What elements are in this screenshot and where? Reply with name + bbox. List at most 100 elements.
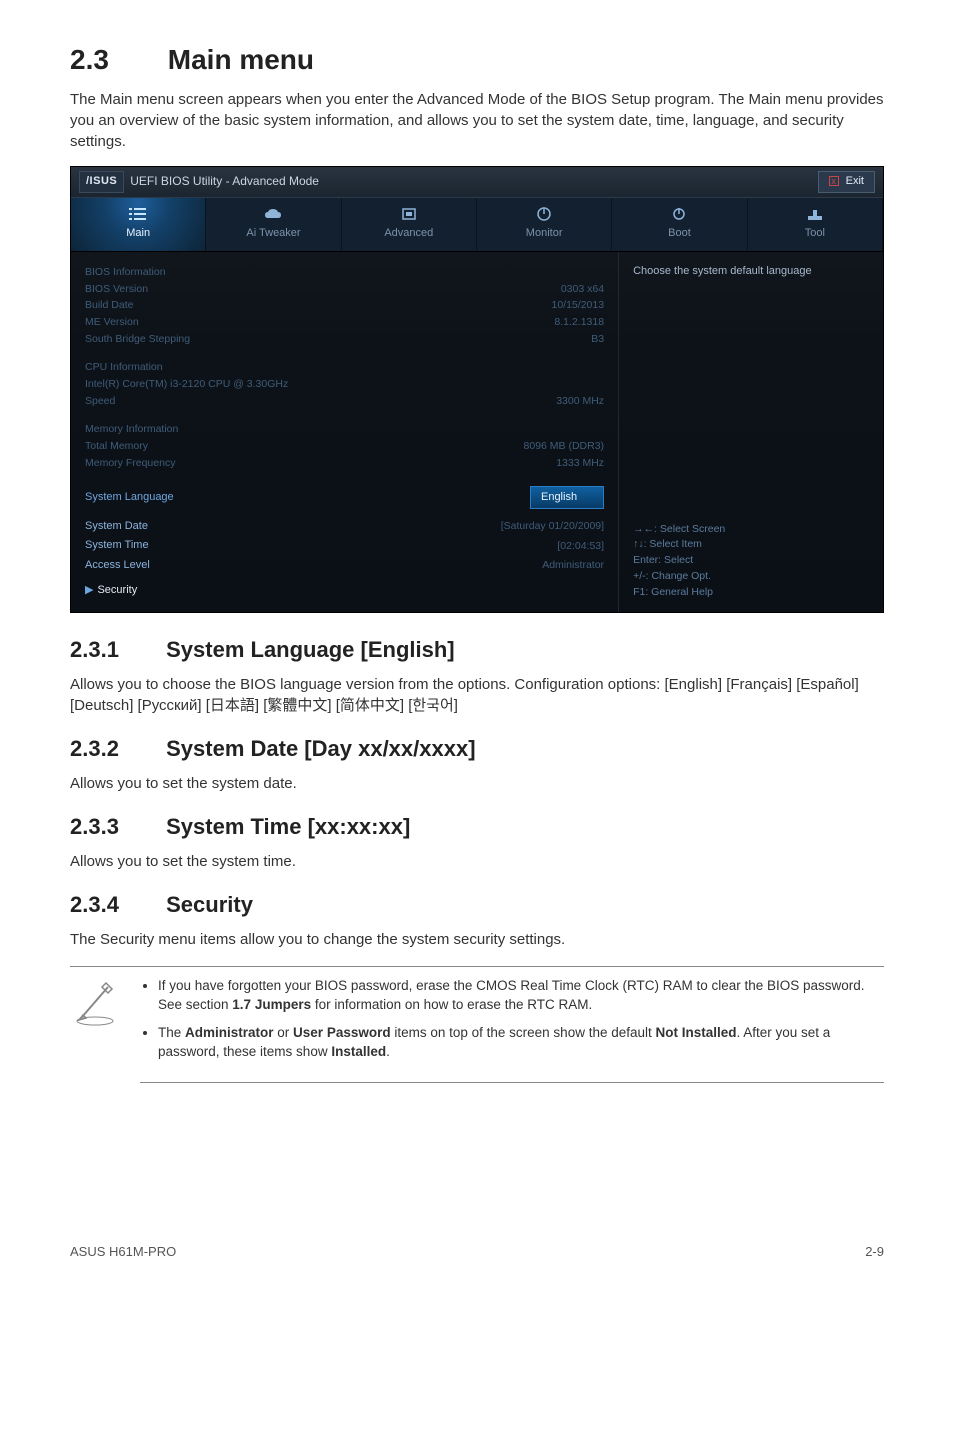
note-list: If you have forgotten your BIOS password… <box>140 977 884 1084</box>
exit-button[interactable]: x Exit <box>818 171 875 192</box>
access-level-value: Administrator <box>542 558 604 573</box>
subsection-234-title: Security <box>166 892 253 917</box>
monitor-icon <box>534 206 554 222</box>
system-time-value: [02:04:53] <box>557 539 604 554</box>
access-level-label: Access Level <box>85 558 150 573</box>
section-title-text: Main menu <box>168 44 314 75</box>
bios-title-text: UEFI BIOS Utility - Advanced Mode <box>130 173 319 190</box>
key-help-block: →←: Select Screen ↑↓: Select Item Enter:… <box>633 522 869 601</box>
total-memory-value: 8096 MB (DDR3) <box>524 439 605 454</box>
cpu-speed-value: 3300 MHz <box>556 394 604 409</box>
cloud-icon <box>263 206 283 222</box>
subsection-232-title: System Date [Day xx/xx/xxxx] <box>166 736 475 761</box>
memory-freq-label: Memory Frequency <box>85 456 175 471</box>
south-bridge-label: South Bridge Stepping <box>85 332 190 347</box>
memory-info-header: Memory Information <box>85 422 178 437</box>
tab-monitor[interactable]: Monitor <box>477 198 612 251</box>
cpu-information-block: CPU Information Intel(R) Core(TM) i3-212… <box>85 359 604 409</box>
system-language-row[interactable]: System Language English <box>85 484 604 511</box>
power-icon <box>669 206 689 222</box>
subsection-231-heading: 2.3.1 System Language [English] <box>70 635 884 666</box>
bios-version-value: 0303 x64 <box>561 282 604 297</box>
cpu-model: Intel(R) Core(TM) i3-2120 CPU @ 3.30GHz <box>85 377 288 392</box>
section-heading: 2.3 Main menu <box>70 40 884 79</box>
tab-advanced-label: Advanced <box>384 227 433 239</box>
note-item-2: The Administrator or User Password items… <box>158 1024 884 1062</box>
list-icon <box>128 206 148 222</box>
system-time-label: System Time <box>85 538 149 553</box>
tab-main[interactable]: Main <box>71 198 206 251</box>
subsection-232-heading: 2.3.2 System Date [Day xx/xx/xxxx] <box>70 734 884 765</box>
bios-info-header: BIOS Information <box>85 265 166 280</box>
chip-icon <box>399 206 419 222</box>
bios-body: BIOS Information BIOS Version 0303 x64 Bu… <box>71 252 883 613</box>
note-icon <box>70 977 120 1027</box>
south-bridge-value: B3 <box>591 332 604 347</box>
security-row[interactable]: ▶ Security <box>85 581 604 600</box>
tab-ai-tweaker[interactable]: Ai Tweaker <box>206 198 341 251</box>
bios-version-label: BIOS Version <box>85 282 148 297</box>
cpu-info-header: CPU Information <box>85 360 163 375</box>
build-date-label: Build Date <box>85 298 133 313</box>
memory-information-block: Memory Information Total Memory 8096 MB (… <box>85 421 604 471</box>
key-help-select-screen: →←: Select Screen <box>633 522 869 538</box>
note-item-1: If you have forgotten your BIOS password… <box>158 977 884 1015</box>
subsection-234-body: The Security menu items allow you to cha… <box>70 929 884 950</box>
system-date-label: System Date <box>85 519 148 534</box>
tool-icon <box>805 206 825 222</box>
subsection-233-number: 2.3.3 <box>70 812 160 843</box>
tab-tool-label: Tool <box>805 227 825 239</box>
tab-main-label: Main <box>126 227 150 239</box>
subsection-233-body: Allows you to set the system time. <box>70 851 884 872</box>
subsection-231-title: System Language [English] <box>166 637 455 662</box>
subsection-234-heading: 2.3.4 Security <box>70 890 884 921</box>
exit-button-label: Exit <box>846 175 864 187</box>
section-number: 2.3 <box>70 40 160 79</box>
me-version-value: 8.1.2.1318 <box>554 315 604 330</box>
bios-tabs: Main Ai Tweaker Advanced Monitor Boot To… <box>71 197 883 252</box>
subsection-233-heading: 2.3.3 System Time [xx:xx:xx] <box>70 812 884 843</box>
bios-window: /ISUS UEFI BIOS Utility - Advanced Mode … <box>70 166 884 613</box>
key-help-select-item: ↑↓: Select Item <box>633 537 869 553</box>
access-level-row: Access Level Administrator <box>85 556 604 575</box>
tab-advanced[interactable]: Advanced <box>342 198 477 251</box>
chevron-right-icon: ▶ <box>85 584 93 596</box>
total-memory-label: Total Memory <box>85 439 148 454</box>
system-time-row[interactable]: System Time [02:04:53] <box>85 536 604 555</box>
note-box: If you have forgotten your BIOS password… <box>70 966 884 1084</box>
subsection-231-body: Allows you to choose the BIOS language v… <box>70 674 884 716</box>
tab-monitor-label: Monitor <box>526 227 563 239</box>
system-date-value: [Saturday 01/20/2009] <box>501 519 604 534</box>
tab-boot-label: Boot <box>668 227 691 239</box>
system-language-label: System Language <box>85 490 174 505</box>
tab-ai-tweaker-label: Ai Tweaker <box>246 227 300 239</box>
bios-titlebar: /ISUS UEFI BIOS Utility - Advanced Mode … <box>71 167 883 196</box>
bios-information-block: BIOS Information BIOS Version 0303 x64 Bu… <box>85 264 604 347</box>
key-help-general: F1: General Help <box>633 585 869 601</box>
subsection-232-number: 2.3.2 <box>70 734 160 765</box>
bios-left-pane: BIOS Information BIOS Version 0303 x64 Bu… <box>71 252 619 613</box>
subsection-234-number: 2.3.4 <box>70 890 160 921</box>
subsection-232-body: Allows you to set the system date. <box>70 773 884 794</box>
page-footer: ASUS H61M-PRO 2-9 <box>70 1243 884 1261</box>
brand-logo: /ISUS <box>79 171 124 192</box>
key-help-change: +/-: Change Opt. <box>633 569 869 585</box>
me-version-label: ME Version <box>85 315 139 330</box>
security-label: Security <box>97 584 137 596</box>
bios-right-pane: Choose the system default language →←: S… <box>619 252 883 613</box>
subsection-231-number: 2.3.1 <box>70 635 160 666</box>
key-help-enter: Enter: Select <box>633 553 869 569</box>
tab-boot[interactable]: Boot <box>612 198 747 251</box>
system-date-row[interactable]: System Date [Saturday 01/20/2009] <box>85 517 604 536</box>
close-icon: x <box>829 176 839 186</box>
system-language-select[interactable]: English <box>530 486 604 509</box>
help-text: Choose the system default language <box>633 264 869 279</box>
footer-right: 2-9 <box>865 1243 884 1261</box>
tab-tool[interactable]: Tool <box>748 198 883 251</box>
cpu-speed-label: Speed <box>85 394 115 409</box>
build-date-value: 10/15/2013 <box>552 298 605 313</box>
footer-left: ASUS H61M-PRO <box>70 1243 176 1261</box>
section-intro: The Main menu screen appears when you en… <box>70 89 884 152</box>
memory-freq-value: 1333 MHz <box>556 456 604 471</box>
subsection-233-title: System Time [xx:xx:xx] <box>166 814 410 839</box>
